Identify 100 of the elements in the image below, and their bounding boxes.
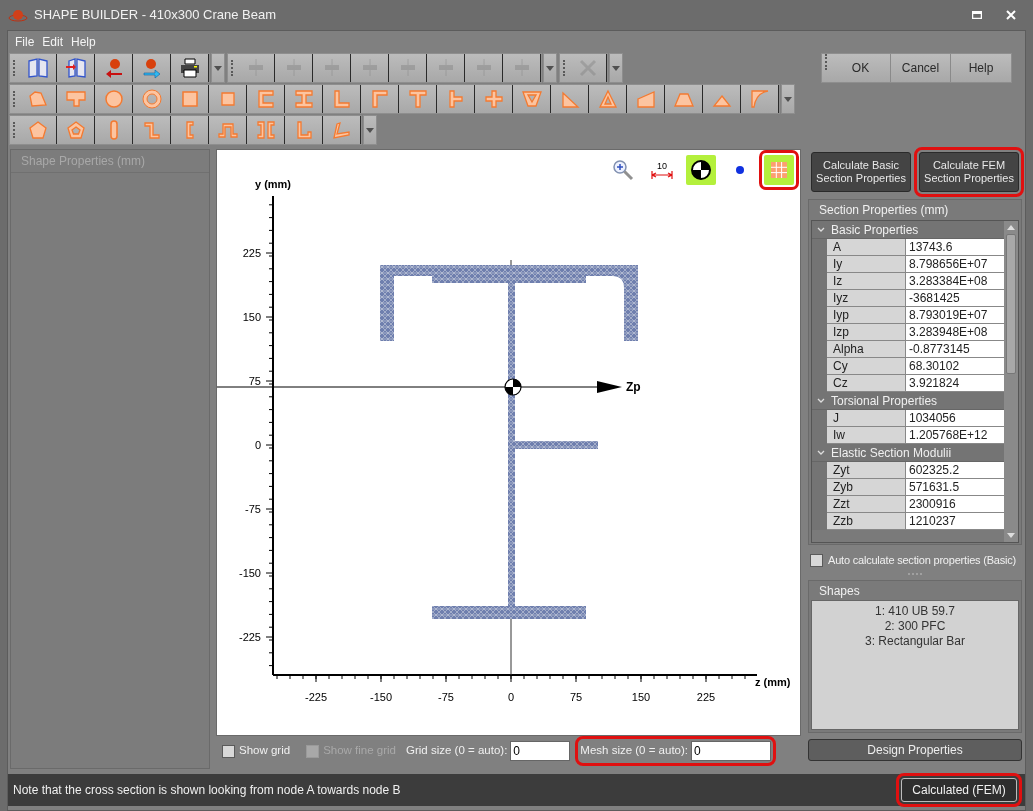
calculate-button[interactable]: Calculate Basic Section Properties: [811, 152, 911, 192]
canvas-tool-button[interactable]: [686, 155, 716, 185]
axis-title: y (mm): [254, 178, 292, 190]
property-value: 3.921824: [906, 375, 1004, 392]
chevron-icon: [817, 226, 825, 233]
property-name: Iy: [827, 256, 906, 273]
axis-tick-label: -75: [245, 503, 261, 515]
checkbox-label: Show grid: [239, 743, 291, 759]
property-category[interactable]: Basic Properties: [812, 221, 1004, 239]
axis-tick-label: 0: [254, 439, 261, 451]
category-label: Torsional Properties: [831, 392, 938, 410]
property-value: 8.798656E+07: [906, 256, 1004, 273]
chevron-icon: [817, 449, 825, 456]
chevron-icon: [817, 397, 825, 404]
axis-tick-label: 150: [242, 311, 261, 323]
property-name: Iyz: [827, 290, 906, 307]
toolbar-dropdown-button[interactable]: [543, 53, 557, 83]
property-value: 8.793019E+07: [906, 307, 1004, 324]
c-lipped-shape-icon: [185, 121, 194, 139]
panel-title: Section Properties (mm): [818, 202, 950, 219]
scrollbar[interactable]: [1004, 221, 1018, 542]
property-name: A: [827, 239, 906, 256]
property-name: Iyp: [827, 307, 906, 324]
app-logo-icon: [8, 8, 28, 22]
toolbar-grip-icon[interactable]: [13, 60, 16, 76]
property-name: Zzt: [827, 496, 906, 513]
centroid-marker-icon: [504, 378, 522, 396]
menu-item[interactable]: Edit: [40, 33, 66, 51]
property-name: Zzb: [827, 513, 906, 530]
scroll-up-icon: [1007, 225, 1015, 230]
field-label: Mesh size (0 = auto):: [580, 743, 689, 759]
property-value: 68.30102: [906, 358, 1004, 375]
property-value: 3.283384E+08: [906, 273, 1004, 290]
zoom-icon: [612, 159, 634, 181]
property-category[interactable]: Torsional Properties: [812, 392, 1004, 410]
dialog-button[interactable]: OK: [831, 54, 891, 82]
maximize-icon: [972, 11, 982, 19]
scroll-down-icon: [1007, 533, 1015, 538]
dialog-button[interactable]: Help: [951, 54, 1011, 82]
input-field[interactable]: 0: [510, 741, 571, 761]
checkbox[interactable]: [810, 553, 823, 567]
shape-list-item[interactable]: 1: 410 UB 59.7: [874, 604, 956, 619]
shape-list-item[interactable]: 2: 300 PFC: [884, 619, 946, 634]
axis-tick-label: 225: [242, 247, 261, 259]
axis-tick-label: -225: [238, 631, 261, 643]
caret-icon: [546, 65, 554, 71]
axis-tick-label: -150: [370, 691, 392, 703]
checkbox[interactable]: [222, 744, 235, 758]
axis-tick-label: 0: [507, 691, 515, 703]
toolbar-grip-icon[interactable]: [13, 122, 16, 138]
property-name: Alpha: [827, 341, 906, 358]
canvas-tool-button[interactable]: 10: [647, 155, 677, 185]
toolbar-grip-icon[interactable]: [825, 54, 828, 70]
category-label: Elastic Section Modulii: [831, 444, 952, 462]
property-value: 2300916: [906, 496, 1004, 513]
dialog-button[interactable]: Cancel: [891, 54, 951, 82]
rounded-bar-shape-icon: [109, 120, 118, 140]
property-name: Zyb: [827, 479, 906, 496]
window-title: SHAPE BUILDER - 410x300 Crane Beam: [34, 6, 277, 25]
property-value: 3.283948E+08: [906, 324, 1004, 341]
close-icon: [1006, 10, 1016, 20]
axis-tick-label: 150: [631, 691, 651, 703]
mesh-grid-icon: [770, 161, 788, 179]
toolbar-dropdown-button[interactable]: [211, 53, 225, 83]
checkbox-label: Auto calculate section properties (Basic): [828, 552, 1017, 568]
toolbar-grip-icon[interactable]: [563, 60, 566, 76]
property-value: 602325.2: [906, 462, 1004, 479]
axis-tick-label: 75: [248, 375, 261, 387]
caret-icon: [366, 127, 374, 133]
property-name: J: [827, 410, 906, 427]
property-name: Iz: [827, 273, 906, 290]
status-message: Note that the cross section is shown looking from node A towards node B: [13, 782, 401, 799]
shape-list-item[interactable]: 3: Rectangular Bar: [864, 634, 966, 649]
dimension-label: 10: [657, 161, 667, 171]
caret-icon: [784, 96, 792, 102]
toolbar-dropdown-button[interactable]: [609, 53, 623, 83]
toolbar-dropdown-button[interactable]: [363, 115, 377, 145]
scrollbar-thumb[interactable]: [1006, 234, 1016, 374]
dot-icon: [736, 166, 744, 174]
category-label: Basic Properties: [831, 221, 919, 239]
property-category[interactable]: Elastic Section Modulii: [812, 444, 1004, 462]
axis-title: z (mm): [755, 676, 791, 688]
axis-tick-label: -150: [238, 567, 261, 579]
property-value: -3681425: [906, 290, 1004, 307]
toolbar-grip-icon[interactable]: [231, 60, 234, 76]
menu-item[interactable]: File: [13, 33, 37, 51]
property-name: Cz: [827, 375, 906, 392]
property-value: 1210237: [906, 513, 1004, 530]
property-name: Iw: [827, 427, 906, 444]
input-field[interactable]: 0: [691, 741, 772, 761]
book-with-arrow-icon: [63, 56, 88, 80]
toolbar-dropdown-button[interactable]: [781, 84, 795, 114]
toolbar-grip-icon[interactable]: [13, 91, 16, 107]
menu-item[interactable]: Help: [69, 33, 98, 51]
design-properties-button[interactable]: Design Properties: [808, 739, 1022, 761]
book-icon: [25, 56, 50, 80]
property-name: Cy: [827, 358, 906, 375]
caret-icon: [612, 65, 620, 71]
property-value: 571631.5: [906, 479, 1004, 496]
property-value: 1034056: [906, 410, 1004, 427]
